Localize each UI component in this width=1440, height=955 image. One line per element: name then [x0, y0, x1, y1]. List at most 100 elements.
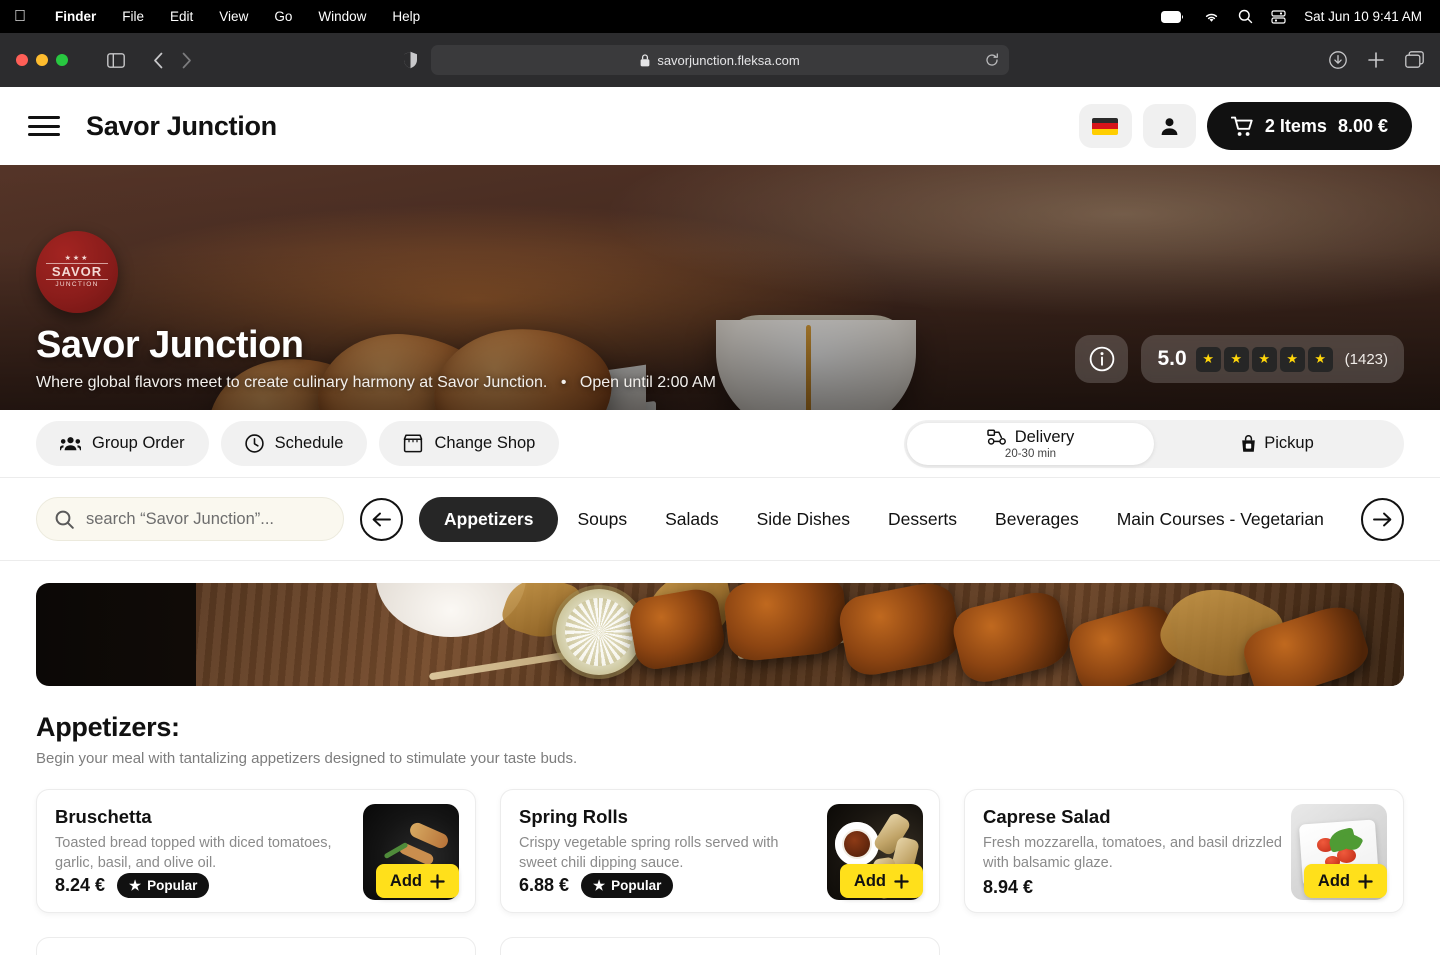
- shopping-cart-icon: [1230, 116, 1254, 137]
- star-icon: ★: [593, 877, 606, 893]
- restaurant-name: Savor Junction: [36, 324, 304, 367]
- add-button-label: Add: [853, 871, 886, 890]
- restaurant-info-button[interactable]: [1075, 335, 1129, 383]
- star-icon: ★: [1251, 346, 1277, 372]
- delivery-tab[interactable]: Delivery 20-30 min: [907, 422, 1154, 465]
- reload-icon[interactable]: [985, 53, 999, 67]
- forward-icon[interactable]: [172, 46, 200, 74]
- menu-item-card[interactable]: Bruschetta Toasted bread topped with dic…: [36, 789, 476, 913]
- star-icon: ★: [1223, 346, 1249, 372]
- language-selector-button[interactable]: [1078, 104, 1132, 148]
- star-icon: ★: [1195, 346, 1221, 372]
- category-list: Appetizers Soups Salads Side Dishes Dess…: [419, 496, 1404, 542]
- battery-icon[interactable]: [1161, 10, 1185, 23]
- menu-items-grid: Bruschetta Toasted bread topped with dic…: [36, 789, 1404, 913]
- hamburger-menu-icon[interactable]: [28, 114, 60, 138]
- search-icon: [55, 510, 74, 529]
- star-icon: ★: [1307, 346, 1333, 372]
- search-input[interactable]: [86, 509, 325, 529]
- category-next-button[interactable]: [1361, 497, 1404, 541]
- menu-item-description: Toasted bread topped with diced tomatoes…: [55, 835, 332, 872]
- logo-secondary-text: JUNCTION: [55, 281, 99, 289]
- maximize-window-button[interactable]: [56, 54, 68, 66]
- section-description: Begin your meal with tantalizing appetiz…: [36, 750, 578, 767]
- category-tab-side-dishes[interactable]: Side Dishes: [738, 509, 869, 530]
- menu-item-footer: 8.94 €: [983, 877, 1033, 898]
- category-tab-appetizers[interactable]: Appetizers: [419, 496, 559, 542]
- popular-badge-label: Popular: [147, 878, 198, 893]
- group-order-icon: [60, 436, 81, 451]
- category-tab-soups[interactable]: Soups: [558, 509, 646, 530]
- delivery-eta: 20-30 min: [1004, 447, 1057, 460]
- menu-item-file[interactable]: File: [109, 9, 157, 24]
- schedule-button[interactable]: Schedule: [220, 421, 368, 466]
- search-box[interactable]: [36, 497, 344, 541]
- menu-item-card[interactable]: [500, 937, 940, 955]
- popular-badge-label: Popular: [611, 878, 662, 893]
- info-icon: [1089, 346, 1115, 372]
- address-bar[interactable]: savorjunction.fleksa.com: [431, 45, 1009, 75]
- brand-title[interactable]: Savor Junction: [86, 111, 277, 142]
- group-order-button[interactable]: Group Order: [36, 421, 209, 466]
- category-tab-desserts[interactable]: Desserts: [869, 509, 976, 530]
- window-controls: [16, 54, 68, 66]
- site-header: Savor Junction 2 Items 8.00 €: [0, 87, 1440, 165]
- menu-bar-clock[interactable]: Sat Jun 10 9:41 AM: [1304, 9, 1422, 24]
- menu-item-finder[interactable]: Finder: [42, 9, 109, 24]
- add-to-cart-button[interactable]: Add: [1303, 864, 1387, 898]
- control-center-icon[interactable]: [1271, 9, 1286, 24]
- tagline-text: Where global flavors meet to create culi…: [36, 374, 548, 391]
- menu-item-help[interactable]: Help: [379, 9, 433, 24]
- group-order-label: Group Order: [92, 434, 185, 452]
- menu-item-price: 8.94 €: [983, 877, 1034, 897]
- savor-junction-logo: ★★★ SAVOR JUNCTION: [36, 231, 118, 314]
- close-window-button[interactable]: [16, 54, 28, 66]
- menu-item-window[interactable]: Window: [305, 9, 379, 24]
- category-tab-beverages[interactable]: Beverages: [976, 509, 1098, 530]
- add-to-cart-button[interactable]: Add: [375, 864, 459, 898]
- pickup-tab[interactable]: Pickup: [1154, 423, 1401, 465]
- menu-item-card[interactable]: [36, 937, 476, 955]
- search-icon[interactable]: [1238, 9, 1253, 24]
- logo-primary-text: SAVOR: [45, 263, 109, 281]
- apple-icon[interactable]: : [14, 8, 26, 25]
- hero-content: ★★★ SAVOR JUNCTION Savor Junction Where …: [36, 231, 716, 392]
- category-prev-button[interactable]: [360, 497, 403, 541]
- restaurant-hero: ★★★ SAVOR JUNCTION Savor Junction Where …: [0, 165, 1440, 410]
- menu-item-description: Fresh mozzarella, tomatoes, and basil dr…: [983, 835, 1282, 872]
- popular-badge: ★ Popular: [117, 873, 210, 898]
- rating-badge[interactable]: 5.0 ★ ★ ★ ★ ★ (1423): [1141, 335, 1404, 383]
- plus-icon: [430, 873, 445, 889]
- plus-icon: [1358, 873, 1373, 889]
- menu-item-card[interactable]: Caprese Salad Fresh mozzarella, tomatoes…: [964, 789, 1404, 913]
- user-account-icon: [1159, 116, 1180, 137]
- plus-icon: [894, 873, 909, 889]
- rating-review-count: (1423): [1344, 350, 1388, 368]
- tab-overview-icon[interactable]: [1405, 51, 1424, 69]
- order-mode-switch: Delivery 20-30 min Pickup: [904, 419, 1404, 468]
- section-title: Appetizers:: [36, 712, 180, 742]
- pickup-label: Pickup: [1264, 434, 1314, 452]
- star-icon: ★: [1279, 346, 1305, 372]
- downloads-icon[interactable]: [1329, 51, 1347, 69]
- category-tab-main-courses-vegetarian[interactable]: Main Courses - Vegetarian: [1098, 509, 1343, 530]
- new-tab-icon[interactable]: [1367, 51, 1385, 69]
- privacy-shield-icon[interactable]: [396, 46, 424, 74]
- menu-item-edit[interactable]: Edit: [157, 9, 206, 24]
- add-button-label: Add: [1317, 871, 1350, 890]
- back-icon[interactable]: [144, 46, 172, 74]
- minimize-window-button[interactable]: [36, 54, 48, 66]
- category-tab-salads[interactable]: Salads: [646, 509, 738, 530]
- sidebar-icon[interactable]: [102, 46, 130, 74]
- menu-item-view[interactable]: View: [206, 9, 261, 24]
- menu-item-card[interactable]: Spring Rolls Crispy vegetable spring rol…: [500, 789, 940, 913]
- delivery-scooter-icon: [986, 429, 1007, 445]
- menu-item-go[interactable]: Go: [261, 9, 305, 24]
- cart-button[interactable]: 2 Items 8.00 €: [1206, 102, 1412, 150]
- wifi-icon[interactable]: [1203, 11, 1220, 23]
- add-to-cart-button[interactable]: Add: [839, 864, 923, 898]
- change-shop-button[interactable]: Change Shop: [379, 421, 560, 466]
- macos-menu-bar:  Finder File Edit View Go Window Help S…: [0, 0, 1440, 33]
- account-button[interactable]: [1142, 104, 1196, 148]
- rating-stars: ★ ★ ★ ★ ★: [1195, 346, 1333, 372]
